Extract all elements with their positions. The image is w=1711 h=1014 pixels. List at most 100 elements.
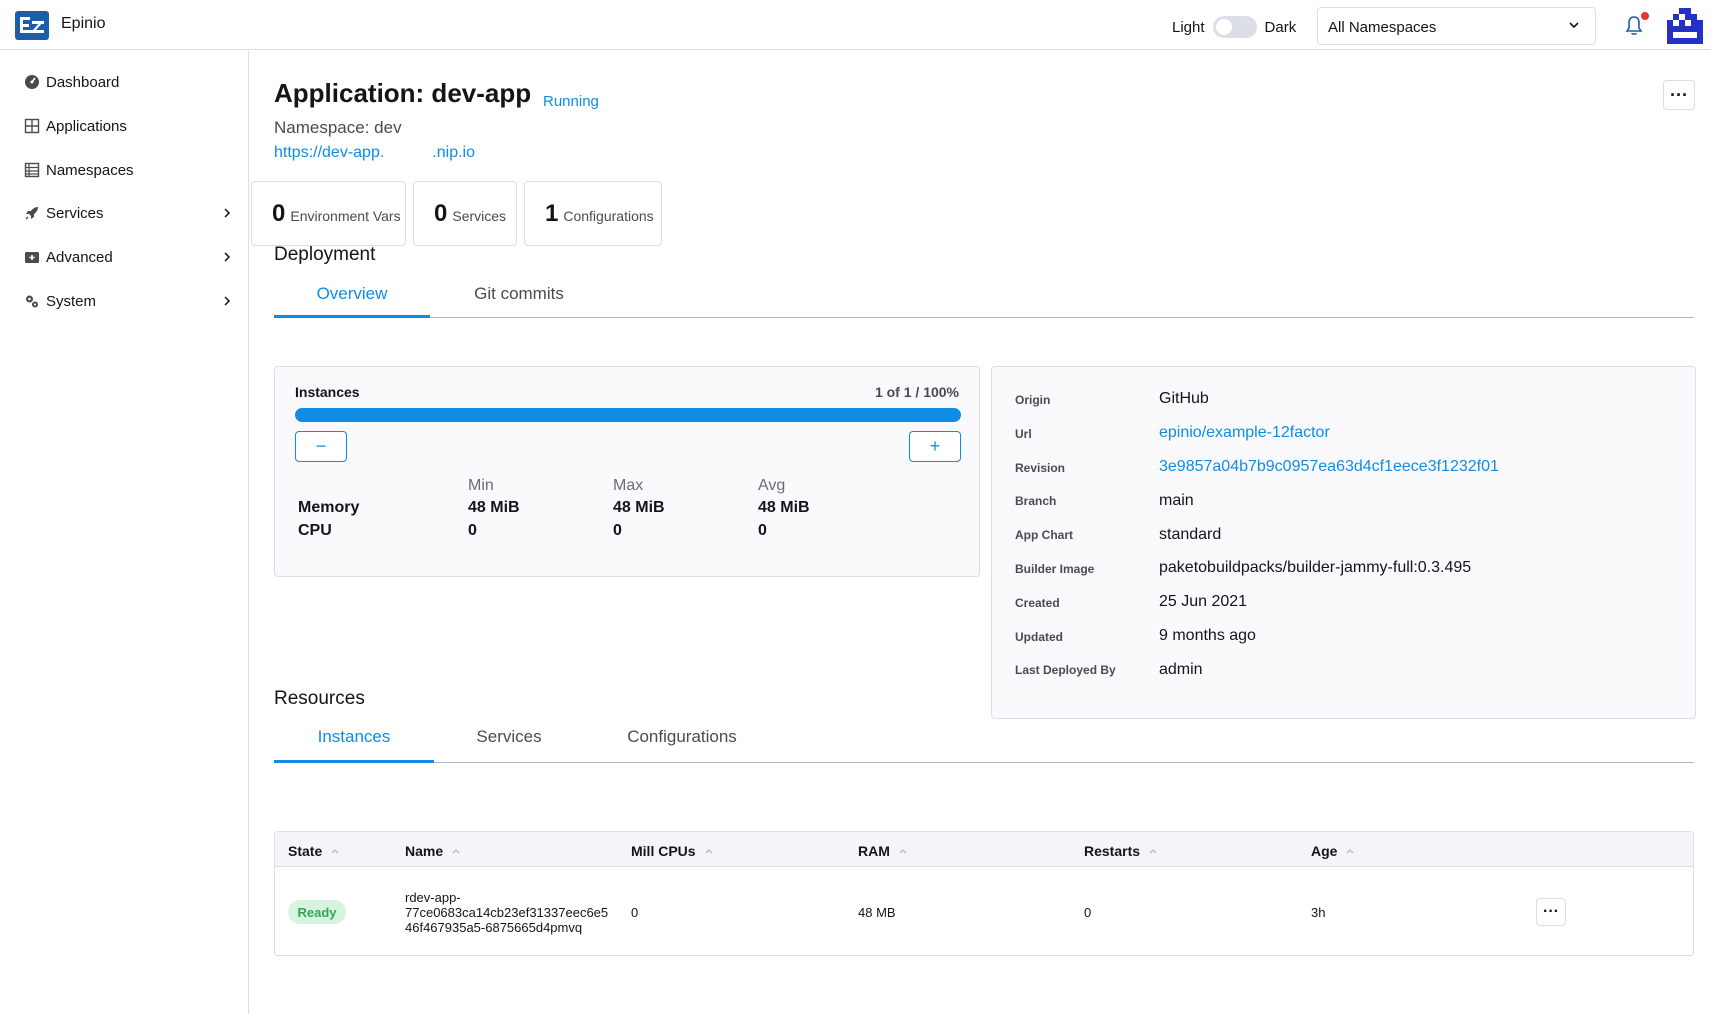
column-header-state[interactable]: State (288, 843, 340, 859)
tab-services[interactable]: Services (434, 721, 584, 763)
sidebar-item-applications[interactable]: Applications (24, 114, 234, 138)
instance-name-line: rdev-app- (405, 890, 461, 905)
sidebar-item-label: System (46, 292, 97, 310)
scale-down-button[interactable]: − (295, 431, 347, 462)
app-url-end: .nip.io (432, 144, 475, 161)
instance-name-line: 46f467935a5-6875665d4pmvq (405, 920, 583, 935)
instances-progress-fill (295, 408, 961, 422)
column-header-restarts[interactable]: Restarts (1084, 843, 1158, 859)
column-header-name[interactable]: Name (405, 843, 461, 859)
tab-instances[interactable]: Instances (274, 721, 434, 763)
detail-label-revision: Revision (1015, 461, 1066, 475)
sort-icon (899, 849, 907, 854)
sidebar-item-system[interactable]: System (24, 289, 234, 313)
namespaces-icon (24, 162, 40, 178)
chevron-right-icon (224, 252, 231, 262)
epinio-logo-icon[interactable] (15, 11, 49, 40)
tab-overview[interactable]: Overview (274, 278, 430, 318)
instance-ram: 48 MB (858, 905, 896, 920)
deployment-details-card: Origin GitHub Url epinio/example-12facto… (991, 366, 1696, 719)
chevron-right-icon (224, 296, 231, 306)
detail-value-revision-link[interactable]: 3e9857a04b7b9c0957ea63d4cf1eece3f1232f01 (1159, 458, 1499, 476)
memory-max-value: 48 MiB (613, 499, 665, 516)
applications-icon (24, 118, 40, 134)
column-header-label: Mill CPUs (631, 843, 696, 859)
services-count-card[interactable]: 0 Services (413, 181, 517, 246)
tab-git-commits[interactable]: Git commits (430, 278, 608, 318)
cpu-max-value: 0 (613, 522, 622, 539)
metric-header-min: Min (468, 477, 494, 494)
scale-up-button[interactable]: + (909, 431, 961, 462)
top-header: Epinio Light Dark All Namespaces (0, 0, 1711, 50)
sidebar-item-label: Namespaces (46, 161, 134, 179)
instances-ratio: 1 of 1 / 100% (874, 384, 959, 400)
instance-age: 3h (1311, 905, 1326, 920)
status-badge: Ready (288, 900, 346, 924)
count-label: Services (452, 208, 507, 224)
count-number: 1 (545, 199, 559, 227)
configurations-count-card[interactable]: 1 Configurations (524, 181, 662, 246)
theme-dark-label: Dark (1264, 18, 1297, 36)
sidebar-item-services[interactable]: Services (24, 201, 234, 225)
instance-mill-cpus: 0 (631, 905, 639, 920)
detail-label-created: Created (1015, 596, 1060, 610)
app-actions-menu-button[interactable]: ··· (1663, 80, 1695, 110)
page-title: Application: dev-app (274, 78, 532, 108)
sidebar-item-advanced[interactable]: Advanced (24, 245, 234, 269)
detail-label-last-deployed-by: Last Deployed By (1015, 663, 1116, 677)
column-header-ram[interactable]: RAM (858, 843, 908, 859)
env-vars-count-card[interactable]: 0 Environment Vars (251, 181, 406, 246)
detail-value-origin: GitHub (1159, 390, 1209, 407)
deployment-tabs: Overview Git commits (274, 278, 1694, 318)
sort-icon (1149, 849, 1157, 854)
chevron-right-icon (224, 208, 231, 218)
app-namespace: Namespace: dev (274, 118, 402, 137)
count-number: 0 (434, 199, 448, 227)
column-header-label: Age (1311, 843, 1338, 859)
sidebar-item-label: Services (46, 204, 104, 222)
count-label: Environment Vars (290, 208, 401, 224)
column-header-label: State (288, 843, 323, 859)
detail-value-url-link[interactable]: epinio/example-12factor (1159, 424, 1330, 442)
column-header-mill-cpus[interactable]: Mill CPUs (631, 843, 714, 859)
sidebar-item-label: Applications (46, 117, 127, 135)
brand-name: Epinio (61, 15, 106, 32)
rocket-icon (25, 207, 38, 220)
row-actions-menu-button[interactable]: ··· (1536, 898, 1566, 926)
user-avatar[interactable] (1667, 8, 1703, 44)
theme-switcher: Light Dark (1172, 16, 1296, 38)
resources-heading: Resources (274, 688, 365, 709)
theme-light-label: Light (1172, 18, 1205, 36)
count-label: Configurations (563, 208, 654, 224)
app-url-start: https://dev-app. (274, 144, 385, 161)
tab-configurations[interactable]: Configurations (584, 721, 780, 763)
main-content: Application: dev-app Running Namespace: … (250, 51, 1711, 1014)
app-url-link[interactable]: https://dev-app. .nip.io (274, 144, 475, 162)
instances-progress-bar (295, 408, 961, 422)
sidebar-item-namespaces[interactable]: Namespaces (24, 158, 234, 182)
theme-toggle[interactable] (1212, 16, 1257, 38)
detail-value-updated: 9 months ago (1159, 627, 1256, 644)
detail-label-builder-image: Builder Image (1015, 562, 1095, 576)
detail-value-created: 25 Jun 2021 (1159, 593, 1248, 610)
sort-icon (1346, 849, 1354, 854)
column-header-label: RAM (858, 843, 890, 859)
sidebar-item-dashboard[interactable]: Dashboard (24, 70, 234, 94)
namespace-select[interactable]: All Namespaces (1317, 7, 1596, 45)
instance-restarts: 0 (1084, 905, 1092, 920)
metric-label-memory: Memory (298, 499, 360, 516)
chevron-down-icon (1569, 22, 1579, 29)
detail-label-url: Url (1015, 427, 1032, 441)
app-status: Running (543, 93, 599, 110)
gears-icon (26, 295, 38, 308)
namespace-select-value: All Namespaces (1328, 19, 1437, 36)
column-header-label: Name (405, 843, 444, 859)
resources-tabs: Instances Services Configurations (274, 721, 1694, 763)
detail-value-last-deployed-by: admin (1159, 661, 1203, 678)
detail-label-origin: Origin (1015, 393, 1051, 407)
advanced-icon (25, 252, 39, 263)
notification-dot (1641, 12, 1649, 20)
detail-value-app-chart: standard (1159, 526, 1222, 543)
column-header-age[interactable]: Age (1311, 843, 1355, 859)
metric-header-avg: Avg (758, 477, 786, 494)
